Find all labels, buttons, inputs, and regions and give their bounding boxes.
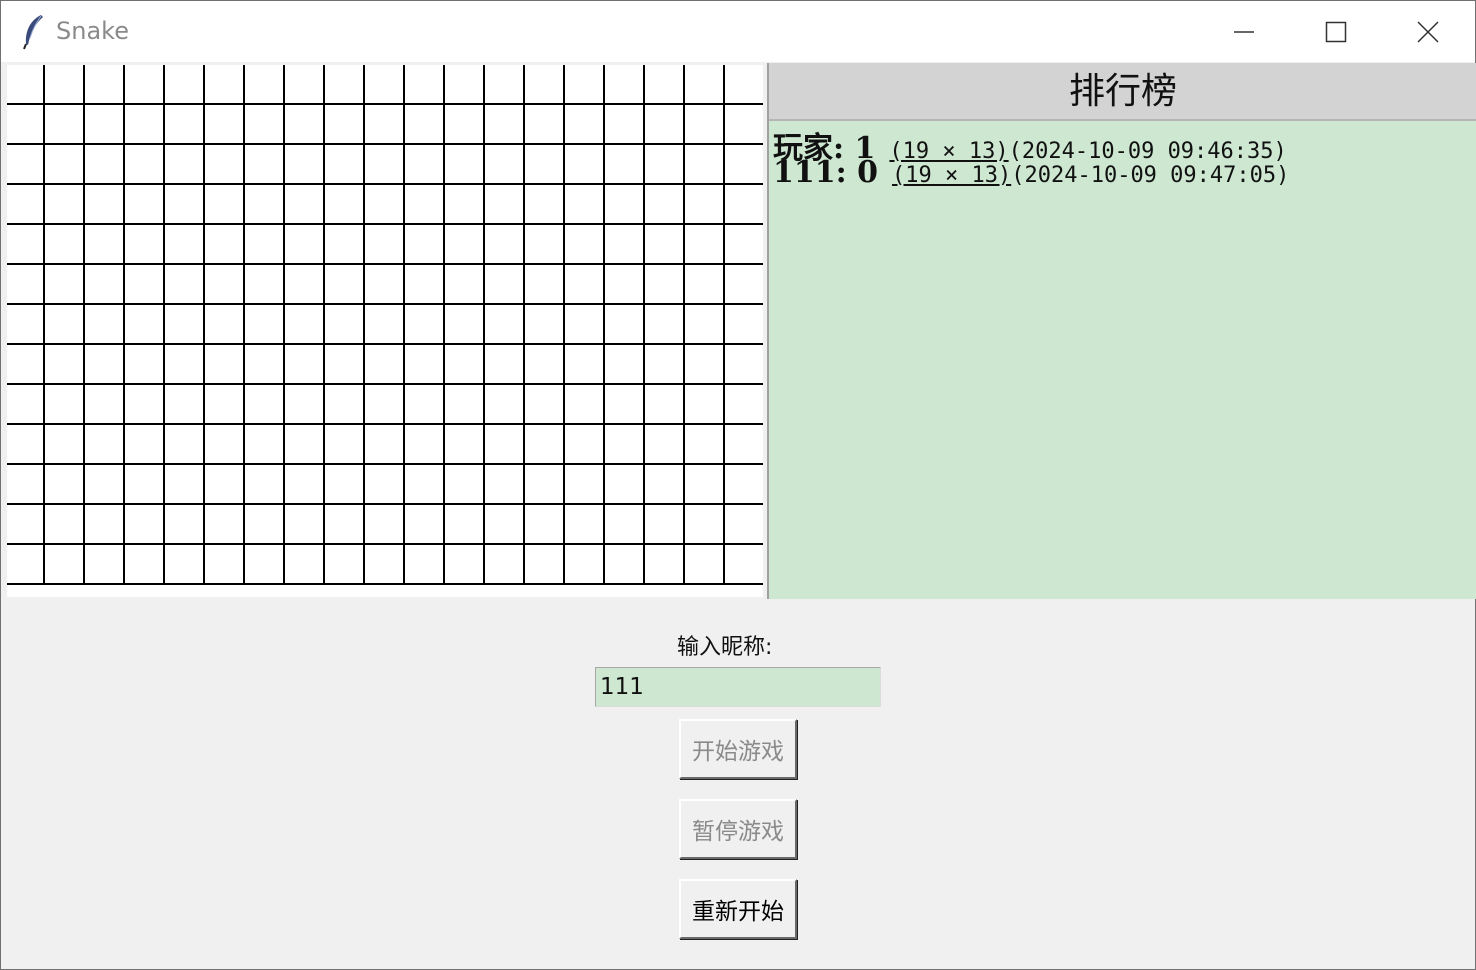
nickname-label: 输入昵称: [677, 635, 773, 660]
window-title: Snake [56, 17, 129, 45]
game-board[interactable] [7, 65, 763, 597]
title-bar[interactable]: Snake [1, 1, 1475, 62]
feather-icon [23, 15, 43, 50]
entry-board-size: (19 × 13) [892, 163, 1012, 188]
maximize-icon [1325, 21, 1347, 43]
close-icon [1417, 21, 1439, 43]
leaderboard-panel: 排行榜 玩家: 1 (19 × 13)(2024-10-09 09:46:35) … [767, 63, 1476, 599]
nickname-input[interactable] [595, 667, 881, 707]
close-button[interactable] [1381, 1, 1473, 62]
leaderboard-title: 排行榜 [769, 63, 1476, 121]
leaderboard-list: 玩家: 1 (19 × 13)(2024-10-09 09:46:35) 111:… [773, 123, 1290, 190]
entry-name-score: 111: 0 [773, 155, 879, 190]
maximize-button[interactable] [1289, 1, 1381, 62]
board-grid [7, 65, 763, 585]
pause-game-button[interactable]: 暂停游戏 [679, 799, 797, 859]
leaderboard-entry: 玩家: 1 (19 × 13)(2024-10-09 09:46:35) [773, 123, 1289, 166]
leaderboard-entry: 111: 0 (19 × 13)(2024-10-09 09:47:05) [773, 155, 1290, 190]
entry-timestamp: (2024-10-09 09:47:05) [1011, 163, 1290, 188]
start-game-button[interactable]: 开始游戏 [679, 719, 797, 779]
minimize-button[interactable] [1197, 1, 1289, 62]
snake-window: Snake 排行榜 玩家: 1 (19 × 13)(2024-10-09 09:4… [0, 0, 1476, 970]
minimize-icon [1234, 31, 1254, 33]
restart-game-button[interactable]: 重新开始 [679, 879, 797, 939]
